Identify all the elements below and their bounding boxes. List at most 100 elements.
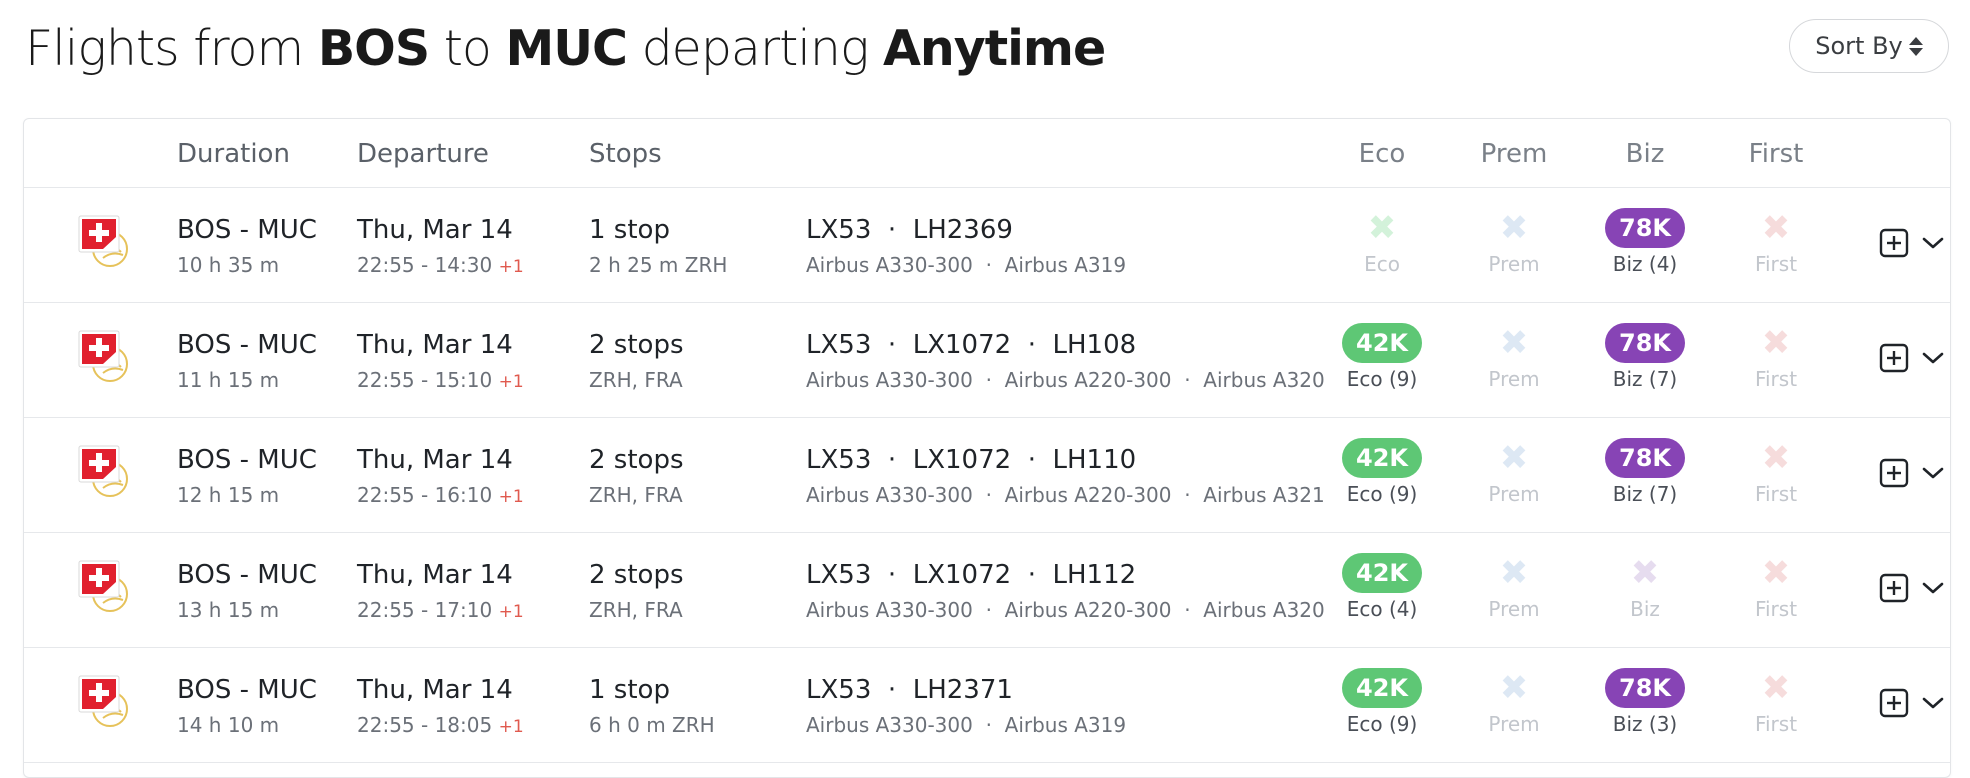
eco-cell[interactable]: 42K Eco (4): [1322, 553, 1442, 621]
prem-cell[interactable]: ✖ Prem: [1454, 553, 1574, 621]
stop-detail: 2 h 25 m ZRH: [589, 253, 728, 277]
prem-cell[interactable]: ✖ Prem: [1454, 323, 1574, 391]
plus-day-badge: +1: [498, 372, 524, 392]
eco-seats-label: Eco (4): [1346, 597, 1418, 621]
biz-price-badge[interactable]: 78K: [1605, 668, 1685, 708]
route: BOS - MUC: [177, 215, 317, 245]
col-prem[interactable]: Prem: [1454, 139, 1574, 169]
biz-price-badge[interactable]: 78K: [1605, 438, 1685, 478]
chevron-down-icon[interactable]: [1920, 577, 1946, 599]
eco-price-badge[interactable]: 42K: [1342, 323, 1422, 363]
eco-cell[interactable]: ✖ Eco: [1322, 208, 1442, 276]
eco-cell[interactable]: 42K Eco (9): [1322, 668, 1442, 736]
chevron-down-icon[interactable]: [1920, 462, 1946, 484]
aircraft-types: Airbus A330-300 · Airbus A220-300 · Airb…: [806, 598, 1325, 622]
eco-cell[interactable]: 42K Eco (9): [1322, 323, 1442, 391]
unavailable-x-icon: ✖: [1499, 668, 1529, 708]
departure-date: Thu, Mar 14: [357, 560, 513, 590]
biz-price-badge[interactable]: 78K: [1605, 208, 1685, 248]
departure-date: Thu, Mar 14: [357, 330, 513, 360]
biz-cell[interactable]: 78K Biz (7): [1585, 323, 1705, 391]
add-plus-icon[interactable]: [1879, 573, 1909, 603]
duration: 11 h 15 m: [177, 368, 280, 392]
flight-numbers: LX53 · LX1072 · LH108: [806, 330, 1137, 360]
eco-seats-label: Eco (9): [1346, 367, 1418, 391]
departure-time: 22:55 - 16:10: [357, 483, 493, 507]
table-header: Duration Departure Stops Eco Prem Biz Fi…: [24, 119, 1950, 188]
sort-by-button[interactable]: Sort By: [1789, 19, 1949, 73]
eco-cell[interactable]: 42K Eco (9): [1322, 438, 1442, 506]
biz-seats-label: Biz (7): [1612, 367, 1678, 391]
first-cell[interactable]: ✖ First: [1716, 668, 1836, 736]
title-departing: departing: [641, 20, 870, 77]
col-biz[interactable]: Biz: [1585, 139, 1705, 169]
unavailable-x-icon: ✖: [1761, 208, 1791, 248]
sort-updown-icon: [1908, 36, 1923, 56]
chevron-down-icon[interactable]: [1920, 347, 1946, 369]
biz-cell[interactable]: ✖ Biz: [1585, 553, 1705, 621]
eco-price-badge[interactable]: 42K: [1342, 438, 1422, 478]
flight-row[interactable]: BOS - MUC 10 h 35 m Thu, Mar 14 22:55 - …: [24, 188, 1950, 303]
swiss-airline-icon: [78, 445, 128, 497]
biz-seats-label: Biz: [1630, 597, 1660, 621]
add-plus-icon[interactable]: [1879, 343, 1909, 373]
add-plus-icon[interactable]: [1879, 458, 1909, 488]
duration: 13 h 15 m: [177, 598, 280, 622]
unavailable-x-icon: ✖: [1761, 553, 1791, 593]
biz-price-badge[interactable]: 78K: [1605, 323, 1685, 363]
unavailable-x-icon: ✖: [1630, 553, 1660, 593]
prem-cell[interactable]: ✖ Prem: [1454, 668, 1574, 736]
duration: 12 h 15 m: [177, 483, 280, 507]
col-first[interactable]: First: [1716, 139, 1836, 169]
col-eco[interactable]: Eco: [1322, 139, 1442, 169]
first-seats-label: First: [1754, 367, 1798, 391]
title-destination: MUC: [505, 20, 628, 77]
biz-cell[interactable]: 78K Biz (7): [1585, 438, 1705, 506]
first-cell[interactable]: ✖ First: [1716, 208, 1836, 276]
eco-price-badge[interactable]: 42K: [1342, 668, 1422, 708]
col-duration[interactable]: Duration: [177, 139, 290, 169]
departure-time: 22:55 - 15:10: [357, 368, 493, 392]
add-plus-icon[interactable]: [1879, 228, 1909, 258]
col-departure[interactable]: Departure: [357, 139, 489, 169]
prem-cell[interactable]: ✖ Prem: [1454, 438, 1574, 506]
first-cell[interactable]: ✖ First: [1716, 553, 1836, 621]
stops-count: 2 stops: [589, 445, 684, 475]
prem-cell[interactable]: ✖ Prem: [1454, 208, 1574, 276]
eco-price-badge[interactable]: 42K: [1342, 553, 1422, 593]
first-cell[interactable]: ✖ First: [1716, 323, 1836, 391]
plus-day-badge: +1: [498, 257, 524, 277]
biz-seats-label: Biz (7): [1612, 482, 1678, 506]
chevron-down-icon[interactable]: [1920, 232, 1946, 254]
aircraft-types: Airbus A330-300 · Airbus A319: [806, 253, 1127, 277]
first-seats-label: First: [1754, 712, 1798, 736]
flight-row[interactable]: BOS - MUC 13 h 15 m Thu, Mar 14 22:55 - …: [24, 533, 1950, 648]
unavailable-x-icon: ✖: [1499, 553, 1529, 593]
add-plus-icon[interactable]: [1879, 688, 1909, 718]
stops-count: 1 stop: [589, 675, 670, 705]
stops-count: 2 stops: [589, 330, 684, 360]
aircraft-types: Airbus A330-300 · Airbus A220-300 · Airb…: [806, 368, 1325, 392]
unavailable-x-icon: ✖: [1761, 668, 1791, 708]
flight-row[interactable]: BOS - MUC 14 h 10 m Thu, Mar 14 22:55 - …: [24, 648, 1950, 763]
col-stops[interactable]: Stops: [589, 139, 662, 169]
stop-detail: 6 h 0 m ZRH: [589, 713, 715, 737]
plus-day-badge: +1: [498, 602, 524, 622]
title-origin: BOS: [317, 20, 430, 77]
biz-cell[interactable]: 78K Biz (4): [1585, 208, 1705, 276]
first-seats-label: First: [1754, 597, 1798, 621]
sort-by-label: Sort By: [1815, 32, 1903, 60]
flight-row[interactable]: BOS - MUC 12 h 15 m Thu, Mar 14 22:55 - …: [24, 418, 1950, 533]
duration: 14 h 10 m: [177, 713, 280, 737]
flight-row[interactable]: BOS - MUC 11 h 15 m Thu, Mar 14 22:55 - …: [24, 303, 1950, 418]
chevron-down-icon[interactable]: [1920, 692, 1946, 714]
first-cell[interactable]: ✖ First: [1716, 438, 1836, 506]
page-title: Flights from BOS to MUC departing Anytim…: [25, 14, 1106, 84]
aircraft-types: Airbus A330-300 · Airbus A319: [806, 713, 1127, 737]
biz-cell[interactable]: 78K Biz (3): [1585, 668, 1705, 736]
departure-date: Thu, Mar 14: [357, 445, 513, 475]
prem-seats-label: Prem: [1488, 367, 1540, 391]
departure-date: Thu, Mar 14: [357, 675, 513, 705]
swiss-airline-icon: [78, 215, 128, 267]
prem-seats-label: Prem: [1488, 482, 1540, 506]
